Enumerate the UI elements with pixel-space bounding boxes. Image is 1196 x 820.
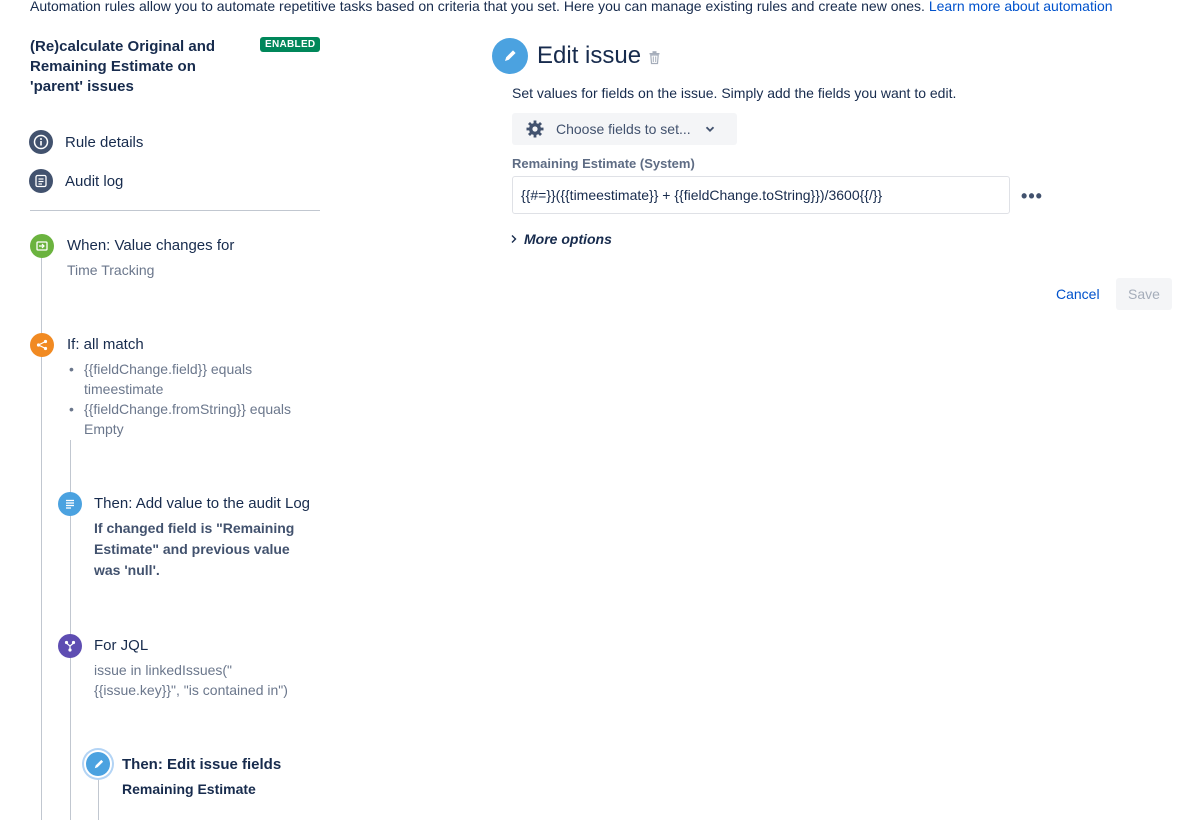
pencil-icon bbox=[86, 752, 110, 776]
log-icon bbox=[58, 492, 82, 516]
more-options-label: More options bbox=[524, 231, 612, 247]
more-options-toggle[interactable]: More options bbox=[510, 231, 612, 247]
branch-icon bbox=[30, 333, 54, 357]
field-label: Remaining Estimate (System) bbox=[512, 156, 695, 171]
for-jql-component[interactable] bbox=[58, 634, 82, 658]
condition-item: {{fieldChange.field}} equals timeestimat… bbox=[69, 359, 307, 399]
audit-action-component[interactable] bbox=[58, 492, 82, 516]
branch-icon bbox=[58, 634, 82, 658]
trash-icon[interactable] bbox=[648, 50, 661, 70]
learn-more-link[interactable]: Learn more about automation bbox=[929, 0, 1113, 14]
status-badge: ENABLED bbox=[260, 37, 321, 52]
audit-action-detail: If changed field is "Remaining Estimate"… bbox=[94, 520, 295, 578]
info-icon bbox=[29, 130, 53, 154]
edit-action-detail: Remaining Estimate bbox=[122, 781, 256, 797]
for-jql-sub: issue in linkedIssues(" {{issue.key}}", … bbox=[94, 662, 288, 698]
trigger-component[interactable] bbox=[30, 234, 54, 258]
trigger-icon bbox=[30, 234, 54, 258]
trigger-sub: Time Tracking bbox=[67, 262, 155, 278]
rule-title: (Re)calculate Original and Remaining Est… bbox=[30, 38, 216, 95]
gear-icon bbox=[525, 119, 545, 139]
condition-item: {{fieldChange.fromString}} equals Empty bbox=[69, 399, 307, 439]
condition-list: {{fieldChange.field}} equals timeestimat… bbox=[67, 359, 307, 439]
intro-text: Automation rules allow you to automate r… bbox=[30, 0, 1113, 14]
condition-title: If: all match bbox=[67, 336, 144, 353]
more-actions-icon[interactable]: ••• bbox=[1020, 184, 1044, 208]
editor-title: Edit issue bbox=[537, 42, 642, 69]
edit-action-component[interactable] bbox=[86, 752, 110, 776]
edit-action-title: Then: Edit issue fields bbox=[122, 756, 282, 773]
flow-line-branch bbox=[98, 776, 99, 820]
choose-fields-label: Choose fields to set... bbox=[556, 121, 691, 137]
nav-audit-log[interactable]: Audit log bbox=[29, 169, 123, 193]
remaining-estimate-field[interactable] bbox=[512, 176, 1010, 214]
save-button[interactable]: Save bbox=[1116, 278, 1172, 310]
nav-rule-details-label: Rule details bbox=[65, 133, 144, 151]
chevron-down-icon bbox=[704, 123, 716, 135]
trigger-title: When: Value changes for bbox=[67, 237, 235, 254]
condition-component[interactable] bbox=[30, 333, 54, 357]
cancel-button[interactable]: Cancel bbox=[1056, 286, 1100, 302]
list-icon bbox=[29, 169, 53, 193]
audit-action-title: Then: Add value to the audit Log bbox=[94, 495, 310, 512]
nav-rule-details[interactable]: Rule details bbox=[29, 130, 143, 154]
nav-audit-log-label: Audit log bbox=[65, 172, 124, 190]
for-jql-title: For JQL bbox=[94, 637, 149, 654]
choose-fields-button[interactable]: Choose fields to set... bbox=[512, 113, 737, 145]
nav-divider bbox=[30, 210, 320, 211]
editor-help-text: Set values for fields on the issue. Simp… bbox=[512, 85, 957, 101]
pencil-icon bbox=[492, 38, 528, 74]
intro-description: Automation rules allow you to automate r… bbox=[30, 0, 929, 14]
chevron-right-icon bbox=[510, 234, 518, 244]
